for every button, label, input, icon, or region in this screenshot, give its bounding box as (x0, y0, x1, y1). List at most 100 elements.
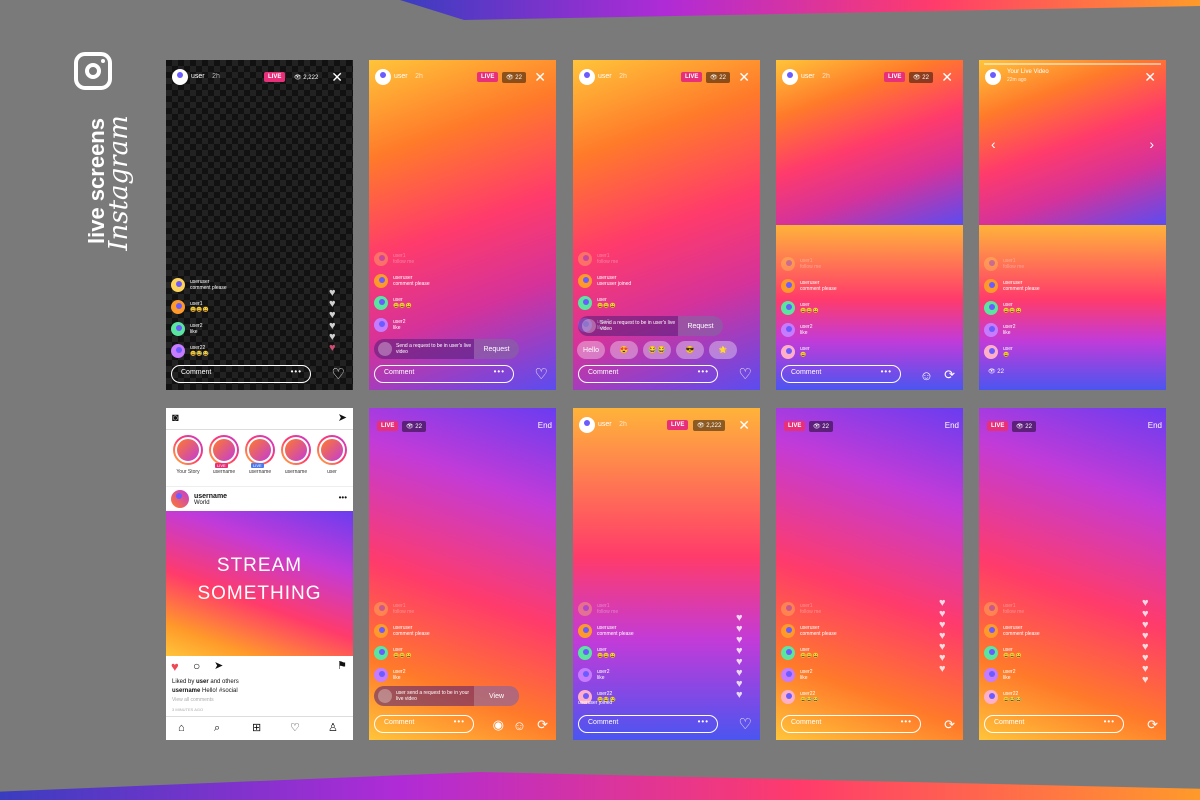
avatar[interactable] (781, 323, 795, 337)
close-icon[interactable]: ✕ (941, 69, 953, 85)
more-options-icon[interactable]: ••• (291, 367, 302, 376)
avatar[interactable] (374, 252, 388, 266)
more-options-icon[interactable]: ••• (1104, 717, 1115, 726)
avatar[interactable] (781, 690, 795, 704)
activity-heart-icon[interactable]: ♡ (290, 721, 300, 734)
like-heart-icon[interactable]: ♥ (171, 659, 179, 674)
request-button[interactable]: Request (474, 339, 519, 359)
story-item[interactable]: username (281, 435, 311, 486)
avatar[interactable] (781, 646, 795, 660)
avatar[interactable] (578, 252, 592, 266)
heart-icon[interactable]: ♡ (739, 717, 752, 732)
switch-camera-icon[interactable]: ⟳ (537, 717, 548, 733)
avatar[interactable] (374, 296, 388, 310)
reaction-button[interactable]: 😂😂 (643, 341, 671, 359)
home-icon[interactable]: ⌂ (178, 722, 185, 734)
chevron-left-icon[interactable]: ‹ (991, 136, 996, 152)
avatar[interactable] (984, 690, 998, 704)
comment-icon[interactable]: ○ (193, 659, 200, 673)
avatar[interactable] (578, 296, 592, 310)
avatar[interactable] (374, 646, 388, 660)
reaction-button[interactable]: 😎 (676, 341, 704, 359)
comment-input[interactable]: Comment ••• (578, 715, 718, 733)
more-options-icon[interactable]: ••• (881, 367, 892, 376)
close-icon[interactable]: ✕ (738, 417, 750, 433)
guest-avatar-icon[interactable]: ◉ (493, 717, 504, 733)
avatar[interactable] (171, 344, 185, 358)
switch-camera-icon[interactable]: ⟳ (944, 367, 955, 383)
avatar[interactable] (374, 624, 388, 638)
avatar[interactable] (171, 322, 185, 336)
avatar[interactable] (781, 345, 795, 359)
end-button[interactable]: End (1148, 421, 1162, 430)
post-location[interactable]: World (194, 500, 227, 506)
comment-input[interactable]: Comment ••• (374, 365, 514, 383)
avatar[interactable] (374, 668, 388, 682)
story-item[interactable]: LIVE username (209, 435, 239, 486)
more-options-icon[interactable]: ••• (494, 367, 505, 376)
avatar[interactable] (374, 602, 388, 616)
heart-icon[interactable]: ♡ (535, 367, 548, 382)
avatar[interactable] (781, 257, 795, 271)
comment-input[interactable]: Comment ••• (578, 365, 718, 383)
heart-icon[interactable]: ♡ (739, 367, 752, 382)
search-icon[interactable]: ⌕ (214, 722, 220, 735)
avatar[interactable] (578, 668, 592, 682)
avatar[interactable] (578, 274, 592, 288)
username[interactable]: user (598, 421, 612, 428)
avatar[interactable] (781, 668, 795, 682)
avatar[interactable] (781, 624, 795, 638)
avatar[interactable] (781, 301, 795, 315)
story-item[interactable]: LIVE username (245, 435, 275, 486)
avatar[interactable] (985, 68, 1001, 85)
avatar[interactable] (984, 602, 998, 616)
avatar[interactable] (984, 345, 998, 359)
profile-icon[interactable]: ♙ (328, 721, 338, 734)
more-options-icon[interactable]: ••• (454, 717, 465, 726)
avatar[interactable] (984, 624, 998, 638)
end-button[interactable]: End (945, 421, 959, 430)
avatar[interactable] (984, 279, 998, 293)
story-item[interactable]: user (317, 435, 347, 486)
avatar[interactable] (782, 68, 798, 85)
close-icon[interactable]: ✕ (738, 69, 750, 85)
avatar[interactable] (984, 323, 998, 337)
avatar[interactable] (781, 279, 795, 293)
avatar[interactable] (781, 602, 795, 616)
reaction-button[interactable]: 🌟 (709, 341, 737, 359)
avatar[interactable] (171, 300, 185, 314)
more-options-icon[interactable]: ••• (698, 717, 709, 726)
close-icon[interactable]: ✕ (1144, 69, 1156, 85)
avatar[interactable] (579, 68, 595, 85)
comment-input[interactable]: Comment ••• (984, 715, 1124, 733)
more-options-icon[interactable]: ••• (901, 717, 912, 726)
camera-icon[interactable]: ◙ (172, 412, 179, 424)
avatar[interactable] (579, 416, 595, 433)
avatar[interactable] (578, 646, 592, 660)
avatar[interactable] (578, 624, 592, 638)
avatar[interactable] (374, 274, 388, 288)
username[interactable]: user (801, 73, 815, 80)
face-filter-icon[interactable]: ☺ (513, 718, 526, 733)
end-button[interactable]: End (538, 421, 552, 430)
avatar[interactable] (375, 68, 391, 85)
username[interactable]: user (191, 73, 205, 80)
avatar[interactable] (578, 602, 592, 616)
share-icon[interactable]: ➤ (214, 659, 223, 672)
avatar[interactable] (984, 257, 998, 271)
avatar[interactable] (984, 301, 998, 315)
avatar[interactable] (374, 318, 388, 332)
avatar[interactable] (984, 668, 998, 682)
request-button[interactable]: Request (678, 316, 723, 336)
comment-input[interactable]: Comment ••• (171, 365, 311, 383)
avatar[interactable] (984, 646, 998, 660)
bookmark-icon[interactable]: ⚑ (337, 659, 347, 672)
reaction-button[interactable]: Hello (577, 341, 605, 359)
view-comments-link[interactable]: View all comments (172, 696, 347, 705)
switch-camera-icon[interactable]: ⟳ (944, 717, 955, 733)
more-options-icon[interactable]: ••• (698, 367, 709, 376)
avatar[interactable] (171, 490, 189, 508)
chevron-right-icon[interactable]: › (1149, 136, 1154, 152)
more-options-icon[interactable]: ••• (339, 493, 347, 502)
avatar[interactable] (172, 68, 188, 85)
